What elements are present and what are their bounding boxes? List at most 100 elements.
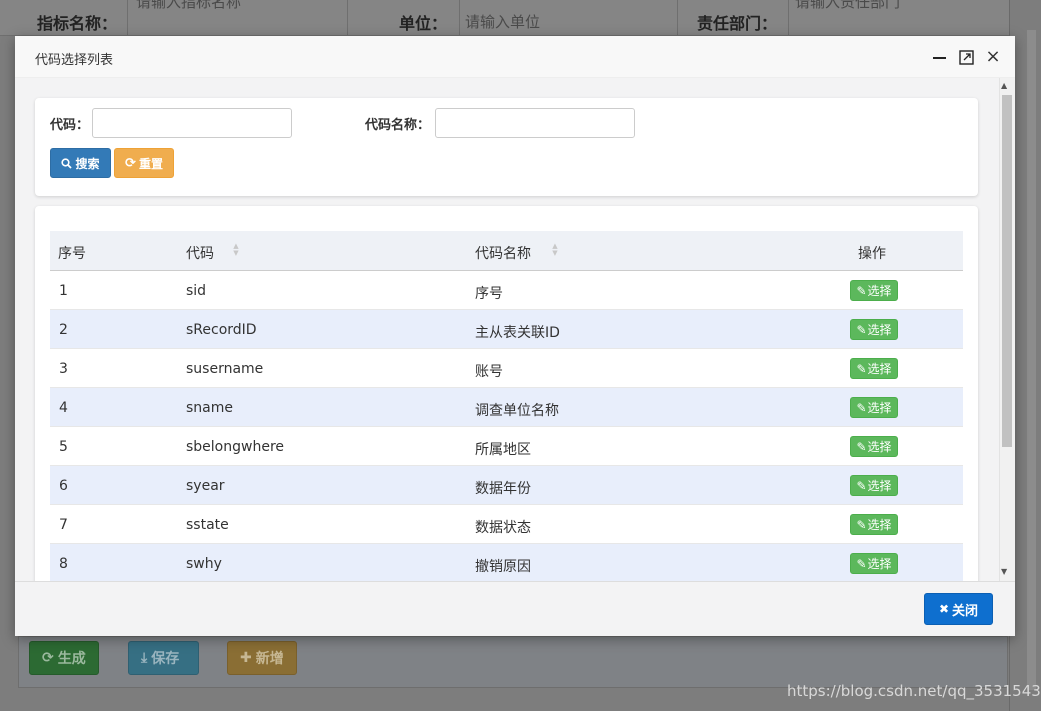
refresh-icon: ⟳	[125, 155, 136, 171]
reset-button-label: 重置	[138, 156, 163, 171]
table-row: 6 syear 数据年份 ✎ 选择	[50, 466, 963, 505]
generate-button-label: 生成	[57, 651, 86, 667]
select-button-label: 选择	[867, 518, 892, 532]
add-button-label: 新增	[255, 651, 284, 667]
select-button-label: 选择	[867, 362, 892, 376]
cell-index: 2	[59, 322, 68, 338]
search-button-label: 搜索	[75, 156, 100, 171]
table-row: 1 sid 序号 ✎ 选择	[50, 271, 963, 310]
table-row: 2 sRecordID 主从表关联ID ✎ 选择	[50, 310, 963, 349]
plus-icon: ✚	[240, 650, 252, 666]
select-button[interactable]: ✎ 选择	[850, 553, 898, 574]
cell-index: 8	[59, 556, 68, 572]
refresh-icon: ⟳	[42, 650, 54, 666]
code-name-input[interactable]	[435, 108, 635, 138]
cell-code: sbelongwhere	[186, 439, 285, 455]
indicator-name-label: 指标名称：	[37, 14, 118, 33]
page-scrollbar	[1015, 0, 1041, 711]
select-button-label: 选择	[867, 284, 892, 298]
select-button-label: 选择	[867, 440, 892, 454]
dialog-scrollbar-thumb[interactable]	[1002, 95, 1012, 447]
table-row: 5 sbelongwhere 所属地区 ✎ 选择	[50, 427, 963, 466]
cell-index: 4	[59, 400, 68, 416]
cell-index: 5	[59, 439, 68, 455]
edit-icon: ✎	[856, 439, 867, 454]
cell-code-name: 主从表关联ID	[475, 325, 560, 341]
code-table-panel: 序号 代码 ▲ ▼ 代码名称 ▲ ▼ 操作 1 sid 序号 ✎ 选择 2 sReco…	[35, 206, 978, 581]
scroll-down-arrow-icon[interactable]: ▼	[1001, 567, 1007, 576]
dialog-title: 代码选择列表	[35, 53, 114, 68]
close-icon: ✖	[938, 602, 950, 616]
select-button[interactable]: ✎ 选择	[850, 514, 898, 535]
select-button[interactable]: ✎ 选择	[850, 280, 898, 301]
sort-icon[interactable]: ▲ ▼	[551, 243, 559, 259]
page-scrollbar-thumb	[1027, 30, 1036, 690]
department-input: 请输入责任部门	[788, 0, 1009, 36]
cell-code: susername	[186, 361, 264, 377]
watermark: https://blog.csdn.net/qq_35315439	[787, 682, 1041, 700]
header-action: 操作	[858, 246, 886, 262]
close-button-label: 关闭	[952, 603, 979, 619]
table-header: 序号 代码 ▲ ▼ 代码名称 ▲ ▼ 操作	[50, 231, 963, 271]
code-input[interactable]	[92, 108, 292, 138]
select-button[interactable]: ✎ 选择	[850, 319, 898, 340]
cell-index: 7	[59, 517, 68, 533]
close-icon[interactable]: ×	[985, 48, 1001, 66]
sort-icon[interactable]: ▲ ▼	[232, 243, 240, 259]
close-button[interactable]: ✖ 关闭	[924, 593, 993, 625]
background-form-row: 指标名称： 请输入指标名称 单位： 请输入单位 责任部门： 请输入责任部门	[0, 0, 1010, 36]
table-row: 8 swhy 撤销原因 ✎ 选择	[50, 544, 963, 581]
save-button: ⤓ 保存	[128, 641, 199, 675]
edit-icon: ✎	[856, 400, 867, 415]
dialog-body: 代码： 代码名称： 搜索 ⟳ 重置 序号 代码 ▲ ▼ 代码名称 ▲ ▼ 操作 …	[15, 78, 1015, 581]
cell-index: 6	[59, 478, 68, 494]
dialog-header: 代码选择列表 ×	[15, 36, 1015, 78]
cell-code-name: 调查单位名称	[475, 403, 559, 419]
code-table: 序号 代码 ▲ ▼ 代码名称 ▲ ▼ 操作 1 sid 序号 ✎ 选择 2 sReco…	[50, 231, 963, 581]
select-button[interactable]: ✎ 选择	[850, 397, 898, 418]
code-name-label: 代码名称：	[365, 118, 431, 133]
edit-icon: ✎	[856, 283, 867, 298]
code-select-dialog: 代码选择列表 × 代码： 代码名称： 搜索 ⟳ 重置 序号 代码 ▲ ▼ 代码名…	[15, 36, 1015, 636]
table-row: 7 sstate 数据状态 ✎ 选择	[50, 505, 963, 544]
search-icon	[61, 157, 73, 169]
download-icon: ⤓	[141, 650, 148, 666]
cell-code-name: 所属地区	[475, 442, 531, 458]
department-label: 责任部门：	[697, 14, 778, 33]
edit-icon: ✎	[856, 361, 867, 376]
select-button[interactable]: ✎ 选择	[850, 358, 898, 379]
header-index: 序号	[58, 246, 86, 262]
unit-placeholder: 请输入单位	[465, 13, 541, 31]
maximize-icon[interactable]	[958, 49, 974, 65]
search-form: 代码： 代码名称： 搜索 ⟳ 重置	[35, 98, 978, 196]
indicator-name-placeholder: 请输入指标名称	[136, 0, 242, 11]
indicator-name-input: 请输入指标名称	[127, 0, 347, 36]
edit-icon: ✎	[856, 478, 867, 493]
cell-code: sname	[186, 400, 233, 416]
select-button[interactable]: ✎ 选择	[850, 475, 898, 496]
reset-button[interactable]: ⟳ 重置	[114, 148, 174, 178]
select-button[interactable]: ✎ 选择	[850, 436, 898, 457]
save-button-label: 保存	[151, 651, 180, 667]
select-button-label: 选择	[867, 323, 892, 337]
search-button[interactable]: 搜索	[50, 148, 111, 178]
edit-icon: ✎	[856, 517, 867, 532]
cell-code-name: 数据状态	[475, 520, 531, 536]
cell-code-name: 序号	[475, 286, 503, 302]
edit-icon: ✎	[856, 322, 867, 337]
cell-code: sstate	[186, 517, 229, 533]
dialog-footer: ✖ 关闭	[15, 581, 1015, 636]
cell-code: sRecordID	[186, 322, 257, 338]
header-code[interactable]: 代码	[186, 243, 214, 263]
cell-index: 3	[59, 361, 68, 377]
cell-index: 1	[59, 283, 68, 299]
header-code-name[interactable]: 代码名称	[475, 243, 531, 263]
unit-input: 请输入单位	[459, 0, 677, 36]
select-button-label: 选择	[867, 479, 892, 493]
cell-code-name: 数据年份	[475, 481, 531, 497]
scroll-up-arrow-icon[interactable]: ▲	[1001, 81, 1007, 90]
minimize-icon[interactable]	[931, 49, 947, 65]
add-button: ✚ 新增	[227, 641, 297, 675]
cell-code: swhy	[186, 556, 222, 572]
table-row: 4 sname 调查单位名称 ✎ 选择	[50, 388, 963, 427]
